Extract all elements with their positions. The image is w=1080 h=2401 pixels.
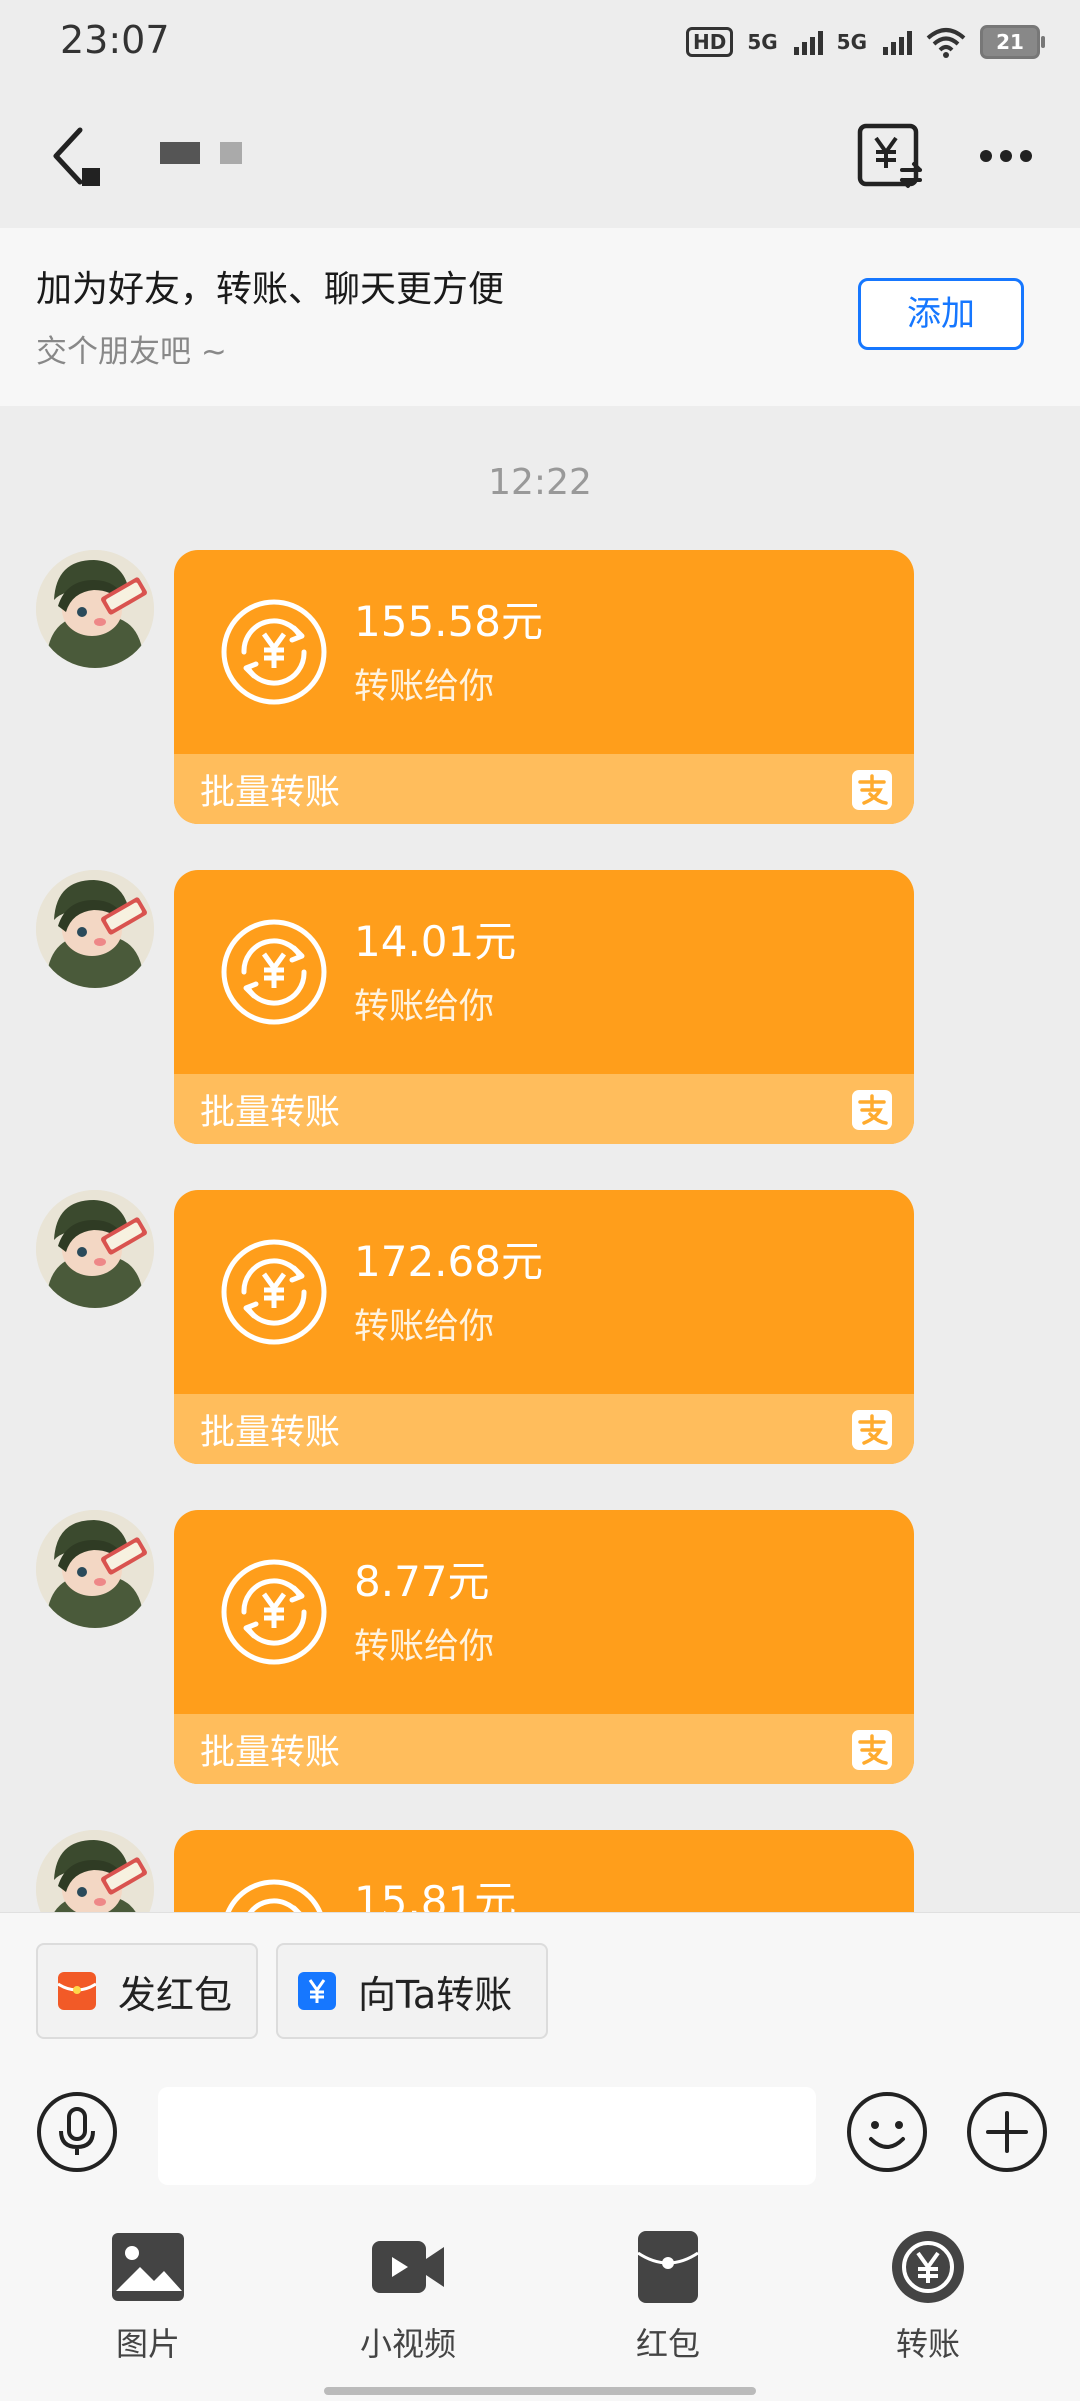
- alipay-icon: [852, 770, 892, 810]
- red-packet-icon: [57, 1972, 97, 2010]
- network-5g-label-2: 5G: [836, 30, 867, 54]
- transfer-message: 172.68元 转账给你 批量转账: [0, 1190, 1080, 1466]
- transfer-card[interactable]: 155.58元 转账给你 批量转账: [174, 550, 914, 824]
- transfer-card-body: 14.01元 转账给你: [174, 870, 914, 1074]
- hd-icon: HD: [685, 27, 734, 57]
- alipay-icon: [852, 1090, 892, 1130]
- send-red-packet-button[interactable]: 发红包: [36, 1943, 258, 2039]
- avatar[interactable]: [36, 1830, 154, 1912]
- transfer-card[interactable]: 8.77元 转账给你 批量转账: [174, 1510, 914, 1784]
- transfer-message: 155.58元 转账给你 批量转账: [0, 550, 1080, 826]
- transfer-coin-icon: [220, 918, 328, 1026]
- status-bar: 23:07 HD 5G 5G 21: [0, 0, 1080, 84]
- signal-icon-2: [883, 29, 912, 55]
- transfer-coin-icon: [220, 598, 328, 706]
- signal-icon: [793, 29, 823, 55]
- red-packet-button[interactable]: 红包: [558, 2229, 778, 2369]
- transfer-card-footer: 批量转账: [174, 1074, 914, 1144]
- video-icon: [372, 2241, 444, 2293]
- transfer-amount: 172.68元: [354, 1237, 543, 1286]
- message-input[interactable]: [158, 2087, 816, 2185]
- chat-header: [0, 84, 1080, 228]
- plus-icon[interactable]: [966, 2091, 1048, 2173]
- photo-button[interactable]: 图片: [38, 2229, 258, 2369]
- send-red-packet-label: 发红包: [118, 1972, 233, 2017]
- transfer-amount: 15.81元: [354, 1877, 517, 1912]
- transfer-record-icon[interactable]: [856, 122, 924, 190]
- transfer-amount: 14.01元: [354, 917, 517, 966]
- add-friend-banner: 加为好友，转账、聊天更方便 交个朋友吧 ~ 添加: [0, 228, 1080, 406]
- transfer-to-contact-label: 向Ta转账: [358, 1972, 513, 2017]
- alipay-icon: [852, 1730, 892, 1770]
- batch-transfer-label: 批量转账: [200, 1733, 341, 1773]
- more-icon[interactable]: [976, 136, 1036, 176]
- transfer-card-footer: 批量转账: [174, 754, 914, 824]
- back-icon[interactable]: [46, 124, 106, 188]
- transfer-yuan-icon: [298, 1972, 336, 2010]
- transfer-to-contact-button[interactable]: 向Ta转账: [276, 1943, 548, 2039]
- banner-subtitle: 交个朋友吧 ~: [36, 334, 227, 370]
- transfer-card-footer: 批量转账: [174, 1394, 914, 1464]
- battery-icon: 21: [980, 25, 1045, 59]
- batch-transfer-label: 批量转账: [200, 1413, 341, 1453]
- status-icons: HD 5G 5G 21: [685, 22, 1045, 62]
- transfer-card[interactable]: 172.68元 转账给你 批量转账: [174, 1190, 914, 1464]
- photo-label: 图片: [115, 2325, 180, 2363]
- transfer-coin-icon: [220, 1238, 328, 1346]
- short-video-button[interactable]: 小视频: [298, 2229, 518, 2369]
- avatar[interactable]: [36, 1510, 154, 1628]
- transfer-subtitle: 转账给你: [354, 1627, 495, 1667]
- avatar[interactable]: [36, 550, 154, 668]
- transfer-button[interactable]: 转账: [818, 2229, 1038, 2369]
- transfer-card-footer: 批量转账: [174, 1714, 914, 1784]
- transfer-message: 15.81元 转账给你 批量转账: [0, 1830, 1080, 1912]
- alipay-icon: [852, 1410, 892, 1450]
- avatar[interactable]: [36, 1190, 154, 1308]
- red-packet-label: 红包: [635, 2325, 700, 2363]
- home-indicator: [324, 2387, 756, 2395]
- bottom-panel: 发红包 向Ta转账 图片 小视频 红包 转账: [0, 1912, 1080, 2401]
- transfer-subtitle: 转账给你: [354, 1307, 495, 1347]
- batch-transfer-label: 批量转账: [200, 773, 341, 813]
- transfer-label: 转账: [895, 2325, 960, 2363]
- transfer-coin-icon: [220, 1878, 328, 1912]
- transfer-card[interactable]: 15.81元 转账给你 批量转账: [174, 1830, 914, 1912]
- transfer-message: 8.77元 转账给你 批量转账: [0, 1510, 1080, 1786]
- short-video-label: 小视频: [359, 2325, 456, 2363]
- wifi-icon: [926, 28, 966, 58]
- status-time: 23:07: [60, 18, 170, 62]
- transfer-card-body: 15.81元 转账给你: [174, 1830, 914, 1912]
- batch-transfer-label: 批量转账: [200, 1093, 341, 1133]
- transfer-card-body: 8.77元 转账给你: [174, 1510, 914, 1714]
- transfer-coin-icon: [220, 1558, 328, 1666]
- avatar[interactable]: [36, 870, 154, 988]
- transfer-toolbar-icon: [892, 2231, 964, 2303]
- transfer-amount: 155.58元: [354, 597, 543, 646]
- emoji-icon[interactable]: [846, 2091, 928, 2173]
- transfer-amount: 8.77元: [354, 1557, 490, 1606]
- transfer-card-body: 155.58元 转账给你: [174, 550, 914, 754]
- contact-name-redacted: [150, 132, 270, 172]
- voice-icon[interactable]: [36, 2091, 118, 2173]
- transfer-card[interactable]: 14.01元 转账给你 批量转账: [174, 870, 914, 1144]
- message-timestamp: 12:22: [488, 462, 592, 503]
- input-row: [0, 2079, 1080, 2189]
- transfer-message: 14.01元 转账给你 批量转账: [0, 870, 1080, 1146]
- transfer-subtitle: 转账给你: [354, 667, 495, 707]
- transfer-card-body: 172.68元 转账给你: [174, 1190, 914, 1394]
- network-5g-label: 5G: [747, 30, 778, 54]
- chat-messages[interactable]: 12:22 155.58元 转账给你 批量转账 14.01元 转账给你 批量转账…: [0, 406, 1080, 1912]
- banner-title: 加为好友，转账、聊天更方便: [36, 269, 505, 310]
- add-friend-button[interactable]: 添加: [858, 278, 1024, 350]
- photo-icon: [112, 2233, 184, 2301]
- red-packet-toolbar-icon: [637, 2231, 699, 2303]
- transfer-subtitle: 转账给你: [354, 987, 495, 1027]
